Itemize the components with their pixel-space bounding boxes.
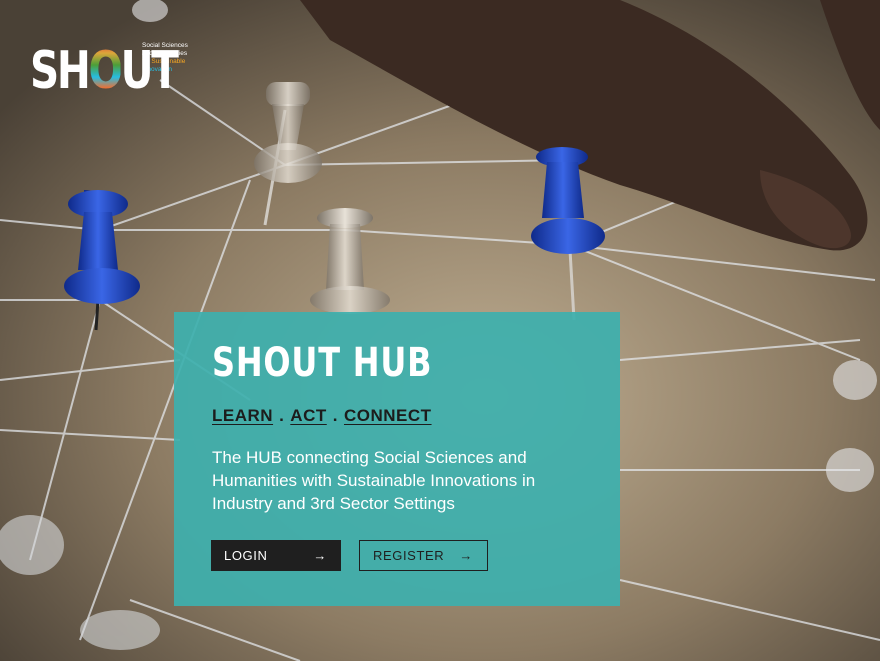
arrow-right-icon: → [459,548,473,563]
register-button-label: REGISTER [373,548,445,563]
connect-link[interactable]: CONNECT [344,406,432,425]
act-link[interactable]: ACT [290,406,326,425]
hero-tagline: LEARN. ACT. CONNECT [212,406,432,426]
tagline-separator: . [332,406,338,425]
logo-wordmark-start: SH [30,41,91,101]
hero-title: SHOUT HUB [212,340,433,386]
shout-logo[interactable]: SHOUT Social Sciences and Humanities for… [30,40,202,110]
logo-wordmark: SHOUT [30,40,179,102]
hero-section: SHOUT Social Sciences and Humanities for… [0,0,880,661]
login-button[interactable]: LOGIN → [211,540,341,571]
arrow-right-icon: → [313,548,327,563]
learn-link[interactable]: LEARN [212,406,273,425]
hero-panel: SHOUT HUB LEARN. ACT. CONNECT The HUB conn… [174,312,620,606]
login-button-label: LOGIN [224,548,268,563]
logo-wordmark-o: O [88,41,123,101]
hero-description: The HUB connecting Social Sciences and H… [212,448,536,513]
register-button[interactable]: REGISTER → [359,540,488,571]
logo-wordmark-end: UT [120,41,179,101]
tagline-separator: . [279,406,285,425]
